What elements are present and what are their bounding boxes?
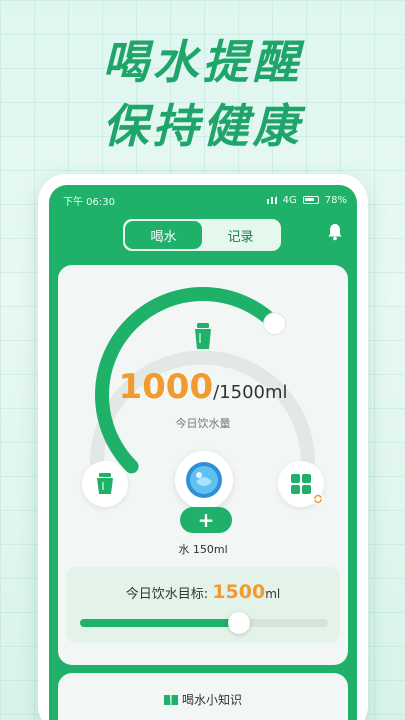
goal-value: 1500 [212,581,266,603]
refresh-icon [312,493,324,505]
add-water-amount: 水 150ml [178,543,228,556]
cup-icon [97,473,113,494]
status-bar: 下午 06:30 4G 78% [49,185,357,215]
cup-icon [195,323,211,349]
goal-label: 今日饮水目标: [125,587,209,602]
bell-icon[interactable] [327,223,343,241]
intake-current: 1000 [118,367,214,407]
headline-line-2: 保持健康 [102,99,303,153]
intake-total: /1500ml [213,382,288,403]
tips-header: 喝水小知识 [58,691,348,708]
top-bar: 喝水 记录 [49,215,357,255]
goal-slider-fill [80,619,239,627]
goal-slider[interactable] [80,612,328,634]
intake-amount: 1000/1500ml [58,367,348,407]
tab-records[interactable]: 记录 [202,221,279,249]
cup-history-button[interactable] [82,461,128,507]
app-screen: 下午 06:30 4G 78% 喝水 记录 1000/1500ml 今日饮水量 … [49,185,357,720]
intake-card: 1000/1500ml 今日饮水量 + 水 150ml 今日饮水目标: 1500… [58,265,348,665]
add-water-button[interactable]: + [180,507,232,533]
drink-type-button[interactable] [278,461,324,507]
tips-card[interactable]: 喝水小知识 [58,673,348,720]
water-glass-icon [186,462,222,498]
network-type: 4G [282,194,297,206]
tab-drink[interactable]: 喝水 [125,221,202,249]
goal-text: 今日饮水目标: 1500ml [66,581,340,603]
goal-panel: 今日饮水目标: 1500ml [66,567,340,643]
book-icon [163,694,178,705]
status-time: 下午 06:30 [63,196,115,208]
goal-unit: ml [265,587,281,601]
battery-icon [302,196,319,204]
water-drink-button[interactable] [175,451,233,509]
goal-slider-handle[interactable] [227,612,250,634]
tab-switcher: 喝水 记录 [123,219,281,251]
signal-icon [265,196,277,204]
battery-percent: 78% [324,194,347,206]
headline-line-1: 喝水提醒 [102,35,303,89]
tips-title: 喝水小知识 [181,693,242,707]
grid-icon [291,474,311,494]
intake-label: 今日饮水量 [175,417,231,430]
